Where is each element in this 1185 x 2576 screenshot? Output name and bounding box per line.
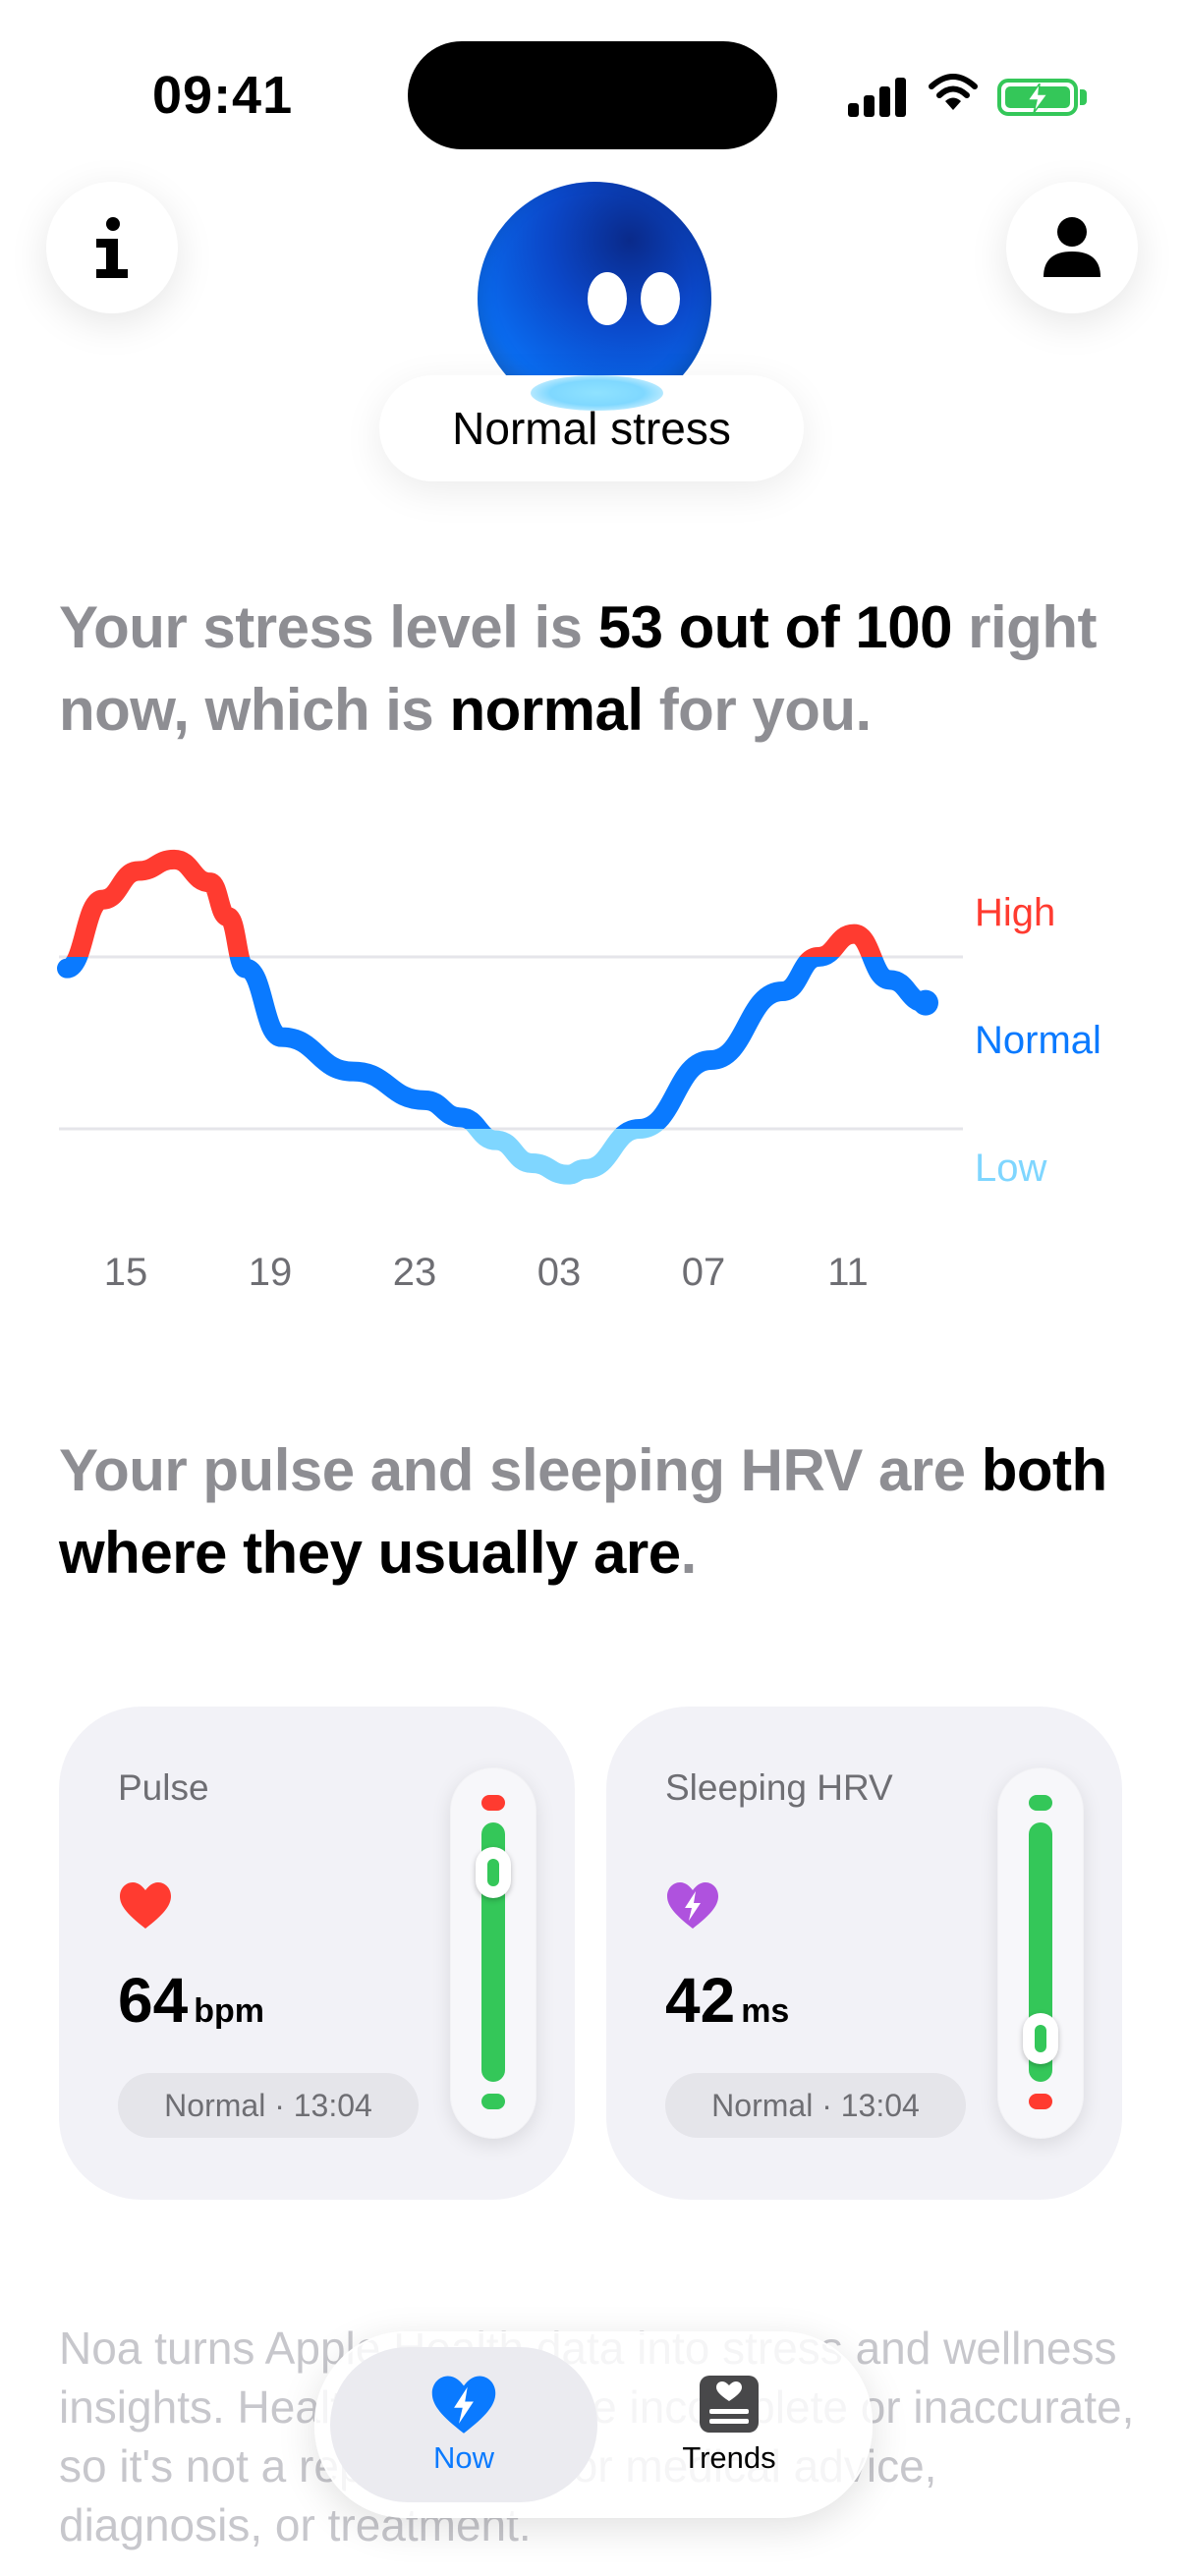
vitals-summary-text: .: [680, 1520, 698, 1586]
wifi-icon: [929, 74, 978, 110]
dynamic-island: [408, 41, 777, 149]
pulse-gauge: [450, 1767, 536, 2139]
mascot-right-eye: [641, 272, 680, 325]
hrv-value: 42: [665, 1965, 736, 2036]
stress-summary: Your stress level is 53 out of 100 right…: [59, 587, 1130, 752]
band-label-low: Low: [975, 1147, 1046, 1190]
heart-icon: [120, 1882, 171, 1929]
x-tick-label: 11: [827, 1251, 869, 1294]
gauge-low-segment: [1029, 2094, 1052, 2109]
status-time: 09:41: [152, 66, 294, 125]
hrv-card-title: Sleeping HRV: [665, 1767, 893, 1808]
info-icon: [96, 217, 128, 278]
pulse-value: 64: [118, 1965, 189, 2036]
x-tick-label: 23: [393, 1251, 437, 1294]
vitals-summary: Your pulse and sleeping HRV are both whe…: [59, 1429, 1130, 1595]
bolt-heart-icon: [431, 2376, 496, 2434]
pulse-unit: bpm: [194, 1992, 264, 2030]
stress-score: 53 out of 100: [597, 594, 953, 660]
mascot-left-eye: [588, 272, 627, 325]
gauge-high-segment: [481, 1795, 505, 1811]
pulse-card-title: Pulse: [118, 1767, 209, 1808]
bolt-heart-icon: [667, 1882, 718, 1929]
mascot-glow: [531, 375, 663, 411]
hrv-unit: ms: [741, 1992, 790, 2030]
x-tick-label: 07: [682, 1251, 726, 1294]
info-button[interactable]: [46, 182, 178, 313]
person-icon: [1044, 217, 1100, 277]
tab-trends-label: Trends: [682, 2440, 776, 2475]
stress-chart[interactable]: High Normal Low 15 19 23 03 07 11: [0, 845, 1185, 1316]
tab-trends[interactable]: Trends: [601, 2347, 857, 2502]
trends-icon: [700, 2376, 759, 2433]
pulse-value-row: 64 bpm: [118, 1964, 264, 2037]
cellular-signal-icon: [848, 74, 907, 117]
profile-button[interactable]: [1006, 182, 1138, 313]
hrv-value-row: 42 ms: [665, 1964, 789, 2037]
band-label-normal: Normal: [975, 1019, 1101, 1062]
current-stress-dot: [913, 989, 938, 1016]
bottom-tab-bar: Now Trends: [314, 2331, 873, 2518]
tab-now[interactable]: Now: [330, 2347, 597, 2502]
x-tick-label: 15: [104, 1251, 148, 1294]
battery-tip: [1080, 89, 1087, 105]
gauge-high-segment: [1029, 1795, 1052, 1811]
battery-icon: [997, 79, 1078, 116]
pulse-card[interactable]: Pulse 64 bpm Normal · 13:04: [59, 1707, 575, 2200]
x-tick-label: 19: [249, 1251, 293, 1294]
hrv-card[interactable]: Sleeping HRV 42 ms Normal · 13:04: [606, 1707, 1122, 2200]
hrv-gauge-knob: [1023, 2013, 1058, 2064]
hrv-gauge: [997, 1767, 1084, 2139]
tab-now-label: Now: [432, 2440, 494, 2475]
band-label-high: High: [975, 891, 1055, 934]
stress-level-word: normal: [449, 677, 644, 743]
pulse-gauge-knob: [476, 1847, 511, 1899]
x-tick-label: 03: [537, 1251, 582, 1294]
stress-summary-text: for you.: [643, 677, 873, 743]
vitals-summary-text: Your pulse and sleeping HRV are: [59, 1437, 982, 1503]
hrv-status-badge: Normal · 13:04: [665, 2073, 966, 2138]
gauge-low-segment: [481, 2094, 505, 2109]
pulse-status-badge: Normal · 13:04: [118, 2073, 419, 2138]
stress-summary-text: Your stress level is: [59, 594, 598, 660]
